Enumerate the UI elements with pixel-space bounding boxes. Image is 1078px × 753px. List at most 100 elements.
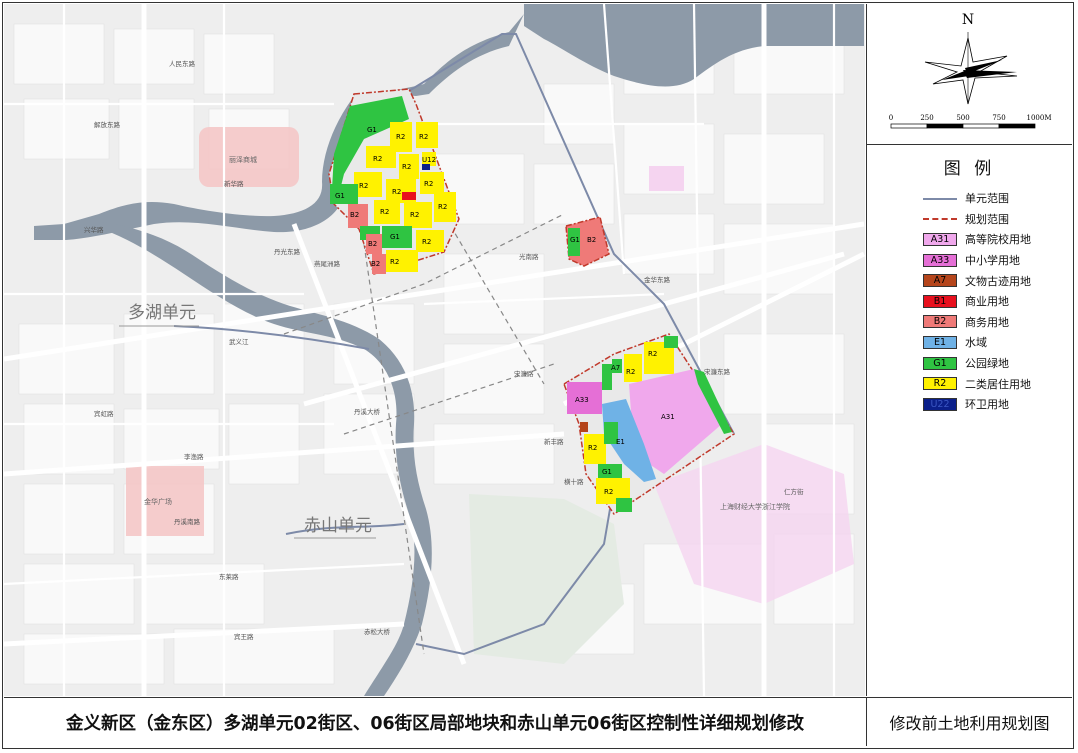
- legend-item: B2 商务用地: [923, 312, 1073, 333]
- road-label: 燕尾洲路: [314, 259, 341, 268]
- legend-swatch: E1: [923, 335, 957, 349]
- block-label: A7: [611, 364, 620, 372]
- road-label: 赤松大桥: [364, 627, 391, 636]
- legend-title: 图 例: [943, 159, 996, 179]
- road-label: 仁方街: [784, 487, 804, 496]
- legend-swatch: U22: [923, 397, 957, 411]
- block-label: R2: [588, 444, 597, 452]
- block-label: R2: [424, 180, 433, 188]
- compass-area: N 0 250 500 750 1000M: [867, 4, 1072, 145]
- scale-tick-label: 250: [920, 114, 933, 122]
- block-label: R2: [359, 182, 368, 190]
- legend-swatch: B2: [923, 315, 957, 329]
- block-label: R2: [402, 163, 411, 171]
- block-label: G1: [390, 233, 400, 241]
- road-label: 丹溪大桥: [354, 407, 381, 416]
- road-label: 新华路: [224, 179, 244, 188]
- road-label: 光南路: [519, 252, 539, 261]
- legend-swatch: A7: [923, 274, 957, 288]
- unit-label: 多湖单元: [128, 303, 196, 323]
- legend-item: 规划范围: [923, 209, 1073, 230]
- legend-item: U22 环卫用地: [923, 394, 1073, 415]
- block-label: A31: [661, 413, 675, 421]
- legend-label: 规划范围: [965, 212, 1009, 226]
- legend-label: 水域: [965, 336, 987, 350]
- map-subtitle: 修改前土地利用规划图: [866, 698, 1072, 746]
- title-bar: 金义新区（金东区）多湖单元02街区、06街区局部地块和赤山单元06街区控制性详细…: [4, 697, 1072, 746]
- legend-swatch: G1: [923, 356, 957, 370]
- block-label: G1: [602, 468, 612, 476]
- block-label: E1: [616, 438, 625, 446]
- block-label: G1: [335, 192, 345, 200]
- plan-title: 金义新区（金东区）多湖单元02街区、06街区局部地块和赤山单元06街区控制性详细…: [65, 713, 805, 734]
- legend-label: 环卫用地: [965, 398, 1009, 412]
- road-label: 金华东路: [644, 275, 671, 284]
- road-label: 宋濂东路: [704, 367, 731, 376]
- legend-line-symbol: [923, 212, 957, 225]
- block-label: B2: [368, 240, 377, 248]
- road-label: 兴华路: [84, 225, 104, 234]
- block-label: R2: [626, 368, 635, 376]
- block-label: R2: [373, 155, 382, 163]
- road-label: 丹溪南路: [174, 517, 201, 526]
- block-label: B2: [371, 260, 380, 268]
- legend-label: 中小学用地: [965, 254, 1020, 268]
- road-label: 横十路: [564, 477, 584, 486]
- legend-item: A7 文物古迹用地: [923, 270, 1073, 291]
- legend-label: 高等院校用地: [965, 233, 1031, 247]
- legend-item: R2 二类居住用地: [923, 373, 1073, 394]
- side-panel: N 0 250 500 750 1000M 图 例 单元范围 规划范围 A31 …: [866, 4, 1072, 696]
- poi-label: 丽泽商城: [229, 155, 257, 164]
- legend-item: 单元范围: [923, 188, 1073, 209]
- legend-item: E1 水域: [923, 332, 1073, 353]
- map-canvas[interactable]: G1 R2 R2 R2 R2 U12 R2 R2 R2 G1 B2 R2 R2 …: [4, 4, 865, 696]
- block-label: R2: [396, 133, 405, 141]
- scale-tick-label: 1000M: [1027, 114, 1052, 122]
- legend-label: 文物古迹用地: [965, 274, 1031, 288]
- block-label: R2: [390, 258, 399, 266]
- poi-label: 金华广场: [144, 497, 172, 506]
- road-label: 解放东路: [94, 120, 121, 129]
- road-label: 宾虹路: [94, 409, 114, 418]
- road-label: 武义江: [229, 337, 249, 346]
- road-label: 李渔路: [184, 452, 204, 461]
- poi-label: 上海财经大学浙江学院: [720, 502, 790, 511]
- legend-label: 商业用地: [965, 295, 1009, 309]
- scale-tick-label: 750: [992, 114, 1005, 122]
- block-label: R2: [422, 238, 431, 246]
- block-label: R2: [419, 133, 428, 141]
- legend-swatch: A33: [923, 253, 957, 267]
- road-label: 丹光东路: [274, 247, 301, 256]
- road-label: 人民东路: [169, 59, 196, 68]
- scale-bar: 0 250 500 750 1000M: [889, 114, 1052, 129]
- block-label: B2: [350, 211, 359, 219]
- legend-swatch: B1: [923, 294, 957, 308]
- legend-label: 二类居住用地: [965, 377, 1031, 391]
- road-label: 宋濂路: [514, 369, 534, 378]
- legend-line-symbol: [923, 192, 957, 205]
- block-label: G1: [367, 126, 377, 134]
- road-label: 新丰路: [544, 437, 564, 446]
- road-label: 宾王路: [234, 632, 254, 641]
- block-label: B2: [587, 236, 596, 244]
- wind-rose-icon: [924, 32, 1018, 105]
- legend-item: B1 商业用地: [923, 291, 1073, 312]
- poi-zone: [649, 166, 684, 191]
- block-label: R2: [648, 350, 657, 358]
- block-label: R2: [410, 211, 419, 219]
- block-label: R2: [438, 203, 447, 211]
- block-label: R2: [380, 208, 389, 216]
- road-label: 东莱路: [219, 572, 239, 581]
- north-label: N: [962, 12, 974, 28]
- block-label: G1: [570, 236, 580, 244]
- block-label: U12: [422, 156, 436, 164]
- unit-label: 赤山单元: [304, 516, 372, 536]
- legend-label: 商务用地: [965, 315, 1009, 329]
- legend-item: G1 公园绿地: [923, 353, 1073, 374]
- block-label: A33: [575, 396, 589, 404]
- scale-tick-label: 0: [889, 114, 893, 122]
- legend-list: 单元范围 规划范围 A31 高等院校用地 A33 中小学用地 A7 文物古迹用地 B1 商业用地 B…: [923, 188, 1073, 415]
- legend-item: A31 高等院校用地: [923, 229, 1073, 250]
- legend-swatch: A31: [923, 232, 957, 246]
- block-label: R2: [392, 188, 401, 196]
